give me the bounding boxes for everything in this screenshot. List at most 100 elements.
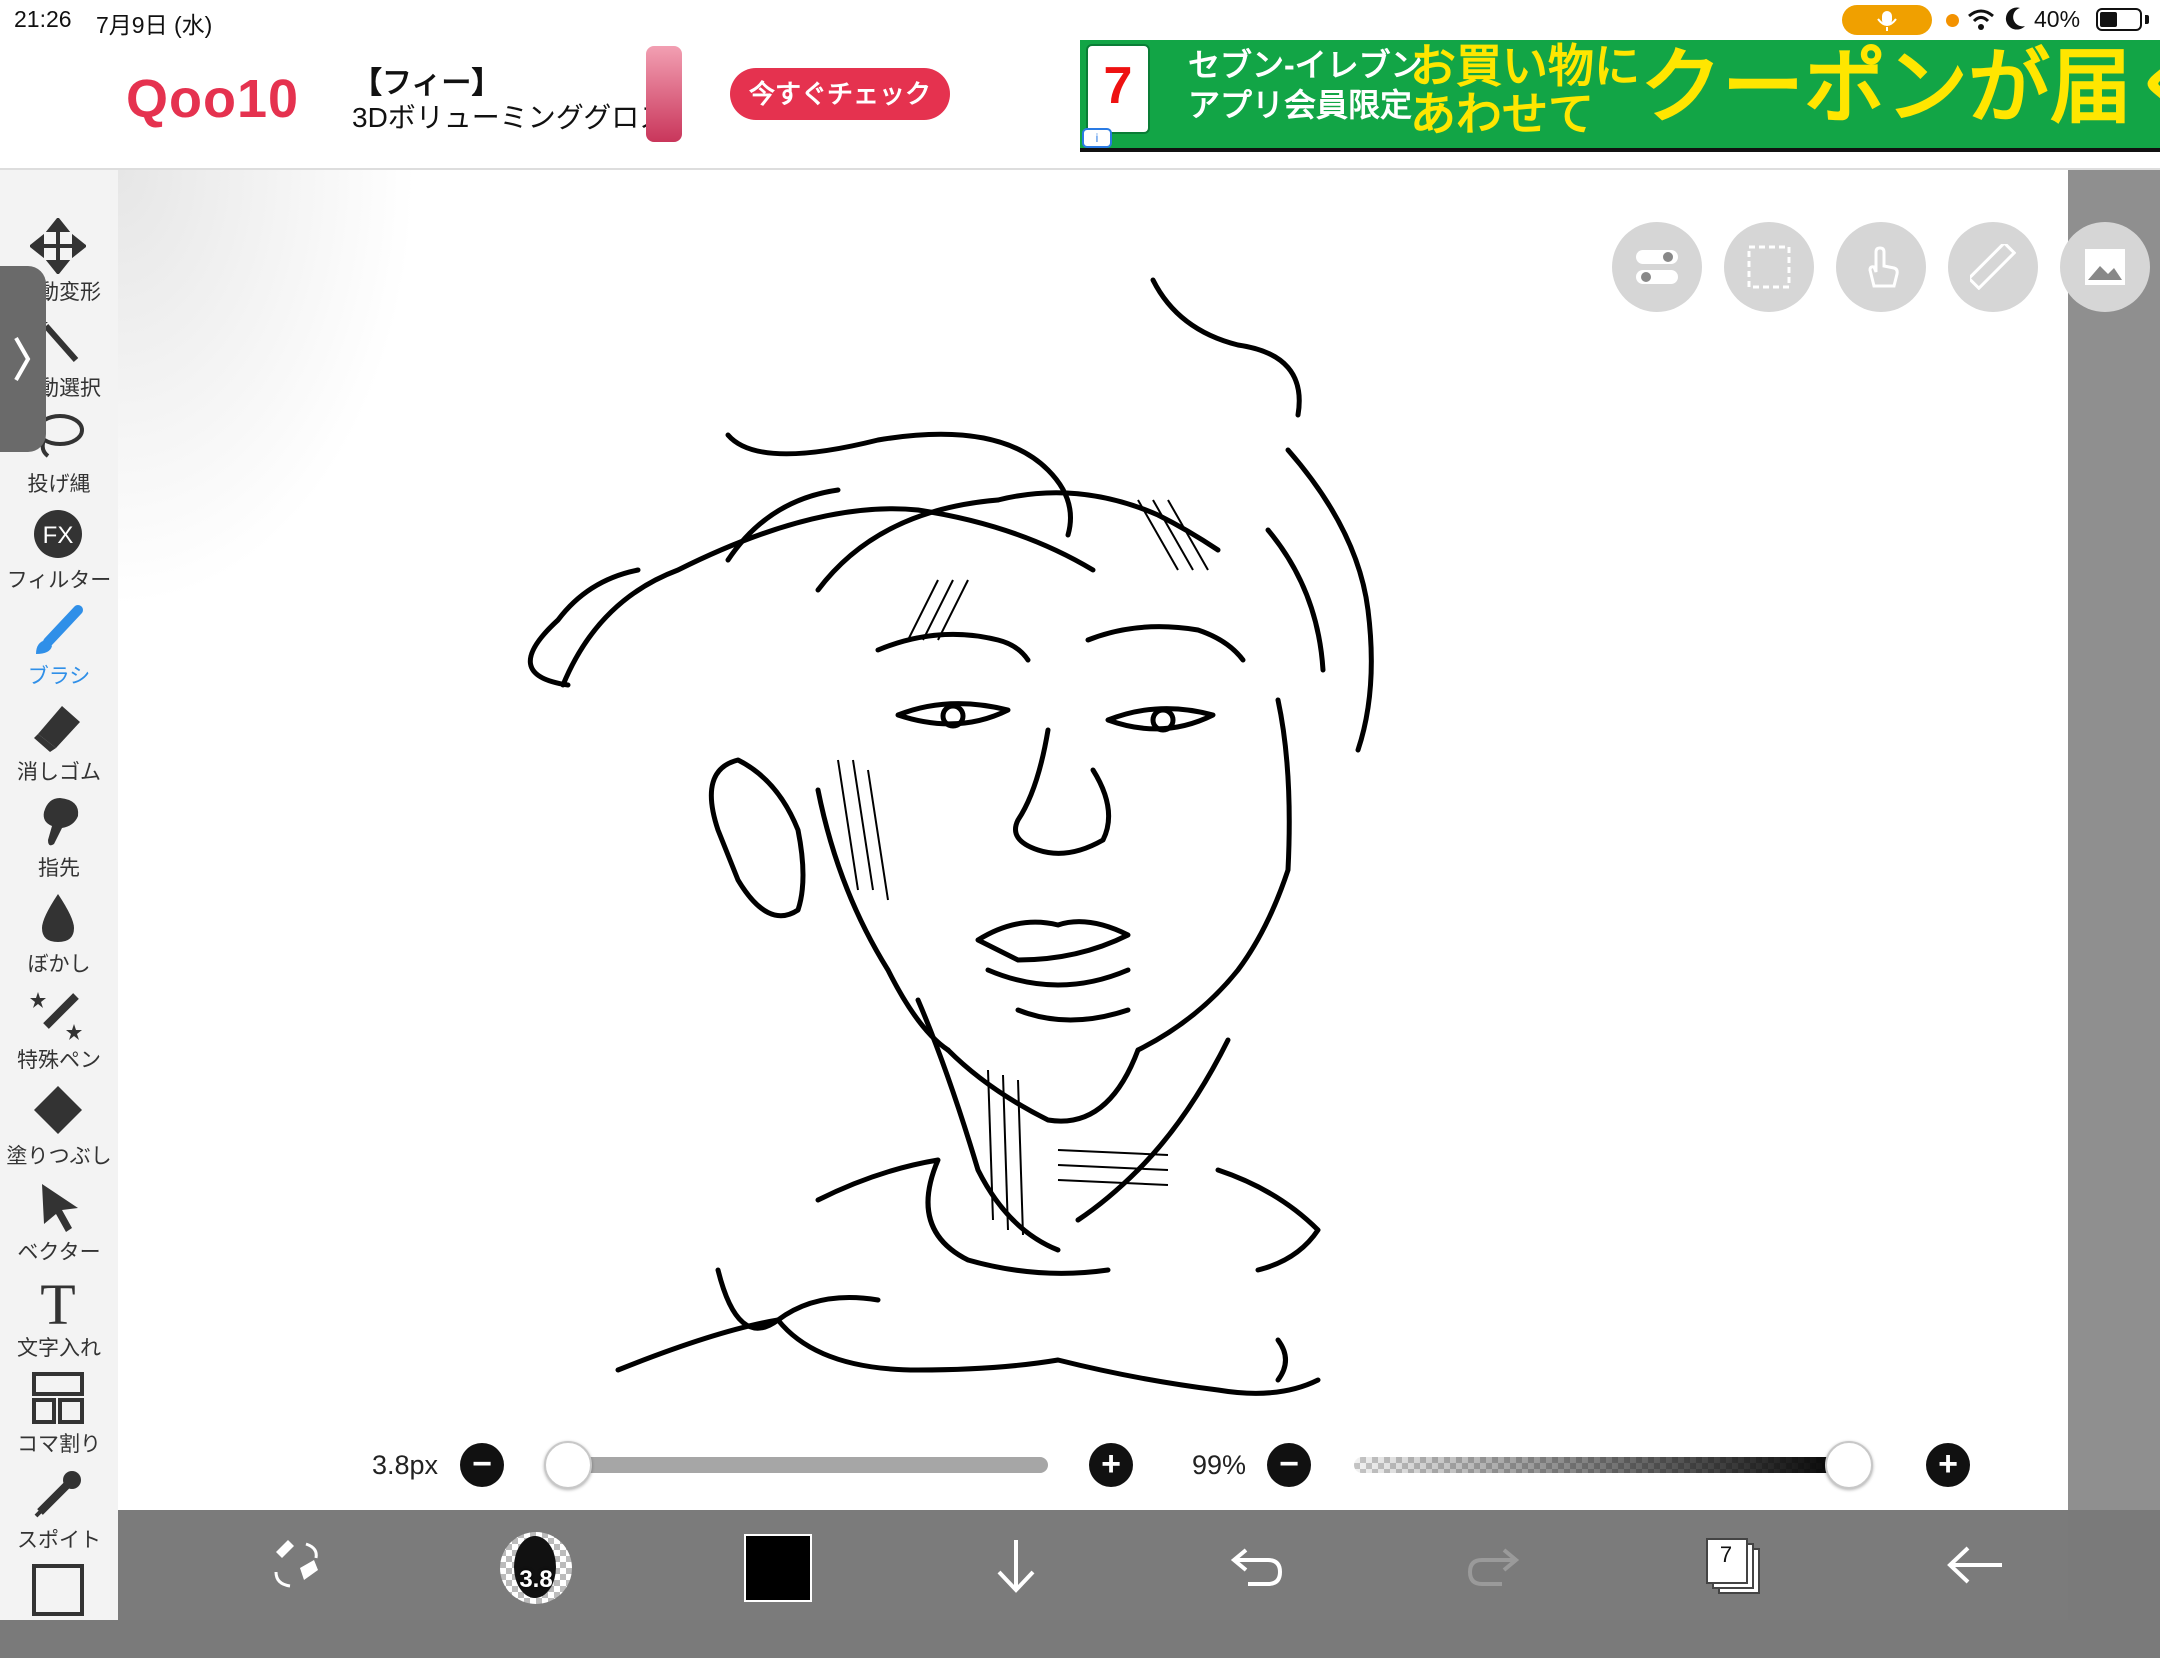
status-time: 21:26 (14, 6, 72, 32)
swap-brush-eraser-icon (274, 1540, 318, 1588)
battery-percentage: 40% (2034, 6, 2081, 32)
tool-label: 指先 (38, 857, 80, 880)
lower-lip (985, 967, 1131, 988)
status-date: 7月9日 (水) (96, 12, 213, 38)
hood-left (715, 1267, 881, 1331)
layers-count: 7 (1719, 1542, 1733, 1567)
gesture-button[interactable] (1836, 222, 1926, 312)
brush-size-label: 3.8px (372, 1450, 439, 1480)
tool-label: ぼかし (27, 953, 91, 976)
fx-glyph: FX (43, 522, 74, 549)
fill-bucket-icon (34, 1086, 82, 1134)
ad-seven-eleven[interactable]: 7 セブン-イレブン アプリ会員限定 お買い物に あわせて クーポンが届く (1080, 40, 2160, 152)
brush-size-decrease-button[interactable]: − (460, 1443, 504, 1487)
tool-label: 塗りつぶし (6, 1145, 112, 1168)
nose (1013, 727, 1112, 856)
right-eyebrow (1085, 624, 1246, 663)
brush-size-slider-handle[interactable] (544, 1441, 592, 1489)
download-button[interactable] (981, 1530, 1051, 1600)
tool-special-pen[interactable]: 特殊ペン (0, 986, 118, 1082)
tool-vector[interactable]: ベクター (0, 1178, 118, 1274)
brush-size-increase-button[interactable]: + (1089, 1443, 1133, 1487)
opacity-increase-button[interactable]: + (1926, 1443, 1970, 1487)
seven-eleven-logo: 7 (1086, 44, 1150, 134)
tool-finger[interactable]: 指先 (0, 794, 118, 890)
ruler-button[interactable] (1948, 222, 2038, 312)
undo-button[interactable] (1220, 1530, 1290, 1600)
hair-flip-left (528, 567, 641, 688)
face-left (815, 787, 951, 1053)
frame-icon (32, 1564, 84, 1616)
ad-banner[interactable]: Qoo10 【フィー】 3Dボリューミンググロス 今すぐチェック 7 セブン-イ… (0, 40, 2160, 170)
shoulders (615, 1317, 1321, 1396)
face-right (1135, 697, 1292, 1053)
ad-check-button[interactable]: 今すぐチェック (730, 68, 950, 120)
opacity-slider-handle[interactable] (1825, 1441, 1873, 1489)
arrow-down-icon (997, 1540, 1035, 1593)
redo-button[interactable] (1460, 1530, 1530, 1600)
ad-coupon-headline: クーポンが届く (1640, 42, 2160, 133)
swap-brush-eraser-button[interactable] (262, 1530, 332, 1600)
jaw (945, 1047, 1141, 1124)
ad-shopping-line: お買い物に あわせて (1410, 42, 1640, 138)
tool-eyedropper[interactable]: スポイト (0, 1466, 118, 1562)
finger-icon (43, 798, 79, 846)
reference-image-button[interactable] (2060, 222, 2150, 312)
opacity-decrease-button[interactable]: − (1267, 1443, 1311, 1487)
tool-label: スポイト (17, 1529, 101, 1552)
tool-text[interactable]: T 文字入れ (0, 1274, 118, 1370)
tool-label: フィルター (6, 569, 112, 592)
lip-gloss-image (646, 46, 682, 142)
hair-right-inner (1265, 527, 1326, 673)
collar-right (1215, 1167, 1321, 1273)
do-not-disturb-moon-icon (2004, 4, 2028, 40)
wifi-icon (1966, 4, 1996, 40)
hair-top-strand (725, 431, 1073, 538)
opacity-slider[interactable] (1354, 1457, 1854, 1473)
selection-button[interactable] (1724, 222, 1814, 312)
hair-right (1285, 447, 1374, 753)
layers-button[interactable]: 7 (1706, 1538, 1760, 1594)
special-pen-icon (30, 992, 82, 1040)
neck-right (1075, 1037, 1231, 1223)
shirt-fold (1275, 1337, 1288, 1383)
battery-tip (2145, 15, 2149, 24)
ad-qoo10[interactable]: Qoo10 【フィー】 3Dボリューミンググロス 今すぐチェック (0, 40, 1080, 150)
chevron-right-icon (14, 337, 31, 381)
back-button[interactable] (1940, 1530, 2010, 1600)
face-sketch (528, 277, 1374, 1396)
status-bar: 21:26 7月9日 (水) 40% (0, 0, 2160, 40)
text-icon: T (40, 1274, 75, 1330)
toolbar-expand-tab[interactable] (0, 266, 46, 452)
brush-preview-button[interactable]: 3.8 (500, 1532, 572, 1604)
tool-label: 特殊ペン (17, 1049, 101, 1072)
eyedropper-icon (34, 1471, 81, 1518)
brush-size-slider[interactable] (548, 1457, 1048, 1473)
tool-label: ベクター (17, 1241, 101, 1264)
qoo10-logo: Qoo10 (126, 69, 300, 129)
microphone-indicator-icon (1842, 5, 1932, 35)
image-icon (2085, 249, 2125, 285)
neck-left (915, 997, 1061, 1253)
tool-blur[interactable]: ぼかし (0, 890, 118, 986)
panel-split-icon (32, 1372, 84, 1424)
tool-label: ブラシ (27, 665, 91, 688)
left-ear (708, 757, 806, 919)
undo-icon (1230, 1548, 1283, 1586)
brush-size-preview-value: 3.8 (519, 1566, 553, 1593)
ad-info-icon[interactable]: i (1082, 128, 1112, 148)
text-glyph: T (40, 1274, 75, 1330)
ad-member-line: アプリ会員限定 (1188, 87, 1413, 123)
tool-panel-split[interactable]: コマ割り (0, 1370, 118, 1466)
tool-brush[interactable]: ブラシ (0, 602, 118, 698)
tool-label: 投げ縄 (27, 473, 91, 496)
tool-filter[interactable]: FX フィルター (0, 506, 118, 602)
tool-more[interactable] (0, 1562, 118, 1658)
opacity-label: 99% (1192, 1450, 1247, 1480)
toggle-display-button[interactable] (1612, 222, 1702, 312)
tool-eraser[interactable]: 消しゴム (0, 698, 118, 794)
color-swatch-button[interactable] (744, 1534, 812, 1602)
tool-fill[interactable]: 塗りつぶし (0, 1082, 118, 1178)
canvas-right-margin (2068, 170, 2160, 1510)
tool-label: 消しゴム (17, 761, 101, 784)
